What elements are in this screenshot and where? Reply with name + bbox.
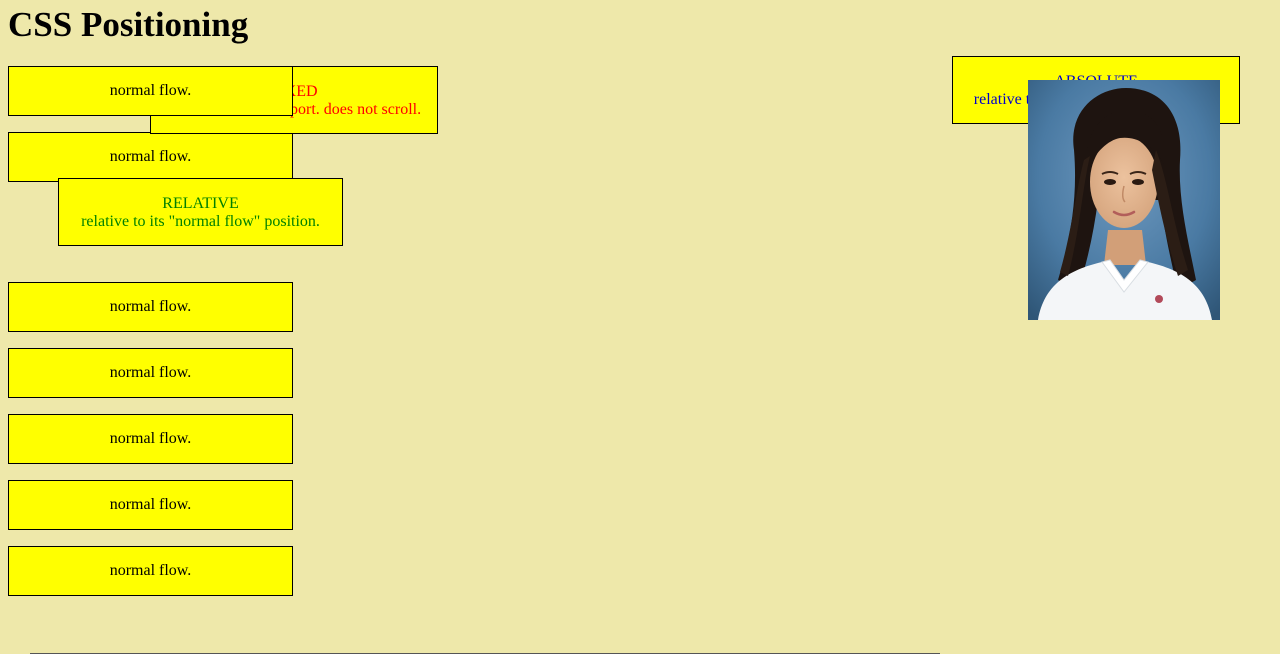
left-eye bbox=[1104, 179, 1116, 185]
relative-box-heading: RELATIVE bbox=[162, 195, 239, 212]
relative-box-description: relative to its "normal flow" position. bbox=[81, 213, 320, 230]
relative-box: RELATIVE relative to its "normal flow" p… bbox=[58, 178, 343, 246]
normal-flow-box: normal flow. bbox=[8, 66, 293, 116]
normal-flow-box: normal flow. bbox=[8, 282, 293, 332]
normal-flow-box: normal flow. bbox=[8, 348, 293, 398]
normal-flow-label: normal flow. bbox=[109, 82, 192, 99]
normal-flow-label: normal flow. bbox=[109, 148, 192, 165]
normal-flow-label: normal flow. bbox=[109, 364, 192, 381]
normal-flow-box: normal flow. bbox=[8, 132, 293, 182]
normal-flow-label: normal flow. bbox=[109, 496, 192, 513]
normal-flow-label: normal flow. bbox=[109, 562, 192, 579]
normal-flow-box: normal flow. bbox=[8, 414, 293, 464]
shirt-emblem bbox=[1155, 295, 1163, 303]
right-eye bbox=[1132, 179, 1144, 185]
normal-flow-box: normal flow. bbox=[8, 546, 293, 596]
page-title: CSS Positioning bbox=[8, 5, 249, 44]
normal-flow-box: normal flow. bbox=[8, 480, 293, 530]
normal-flow-label: normal flow. bbox=[109, 298, 192, 315]
normal-flow-label: normal flow. bbox=[109, 430, 192, 447]
portrait-photo bbox=[1028, 80, 1220, 320]
page: CSS Positioning FIXED relative to the vi… bbox=[0, 0, 1280, 654]
